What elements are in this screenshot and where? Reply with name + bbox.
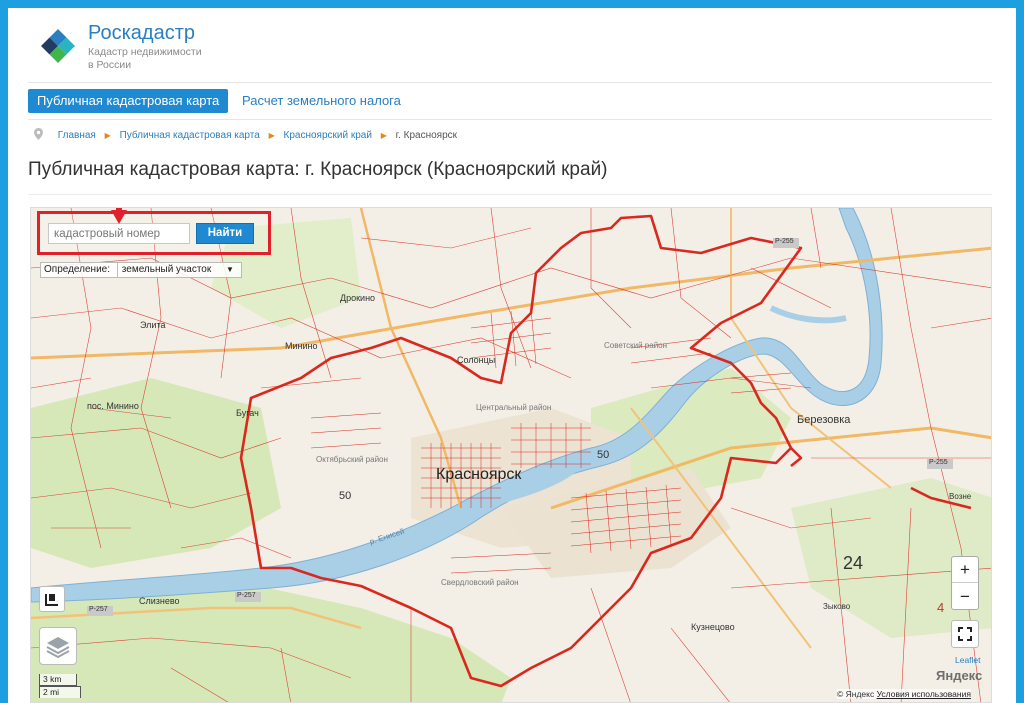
map-label-zykovo: Зыково	[823, 602, 851, 611]
layers-button[interactable]	[39, 627, 77, 665]
map-label-vozne: Возне	[949, 492, 972, 501]
cadastral-map[interactable]: Красноярск Березовка Солонцы Дрокино Эли…	[30, 207, 992, 703]
definition-value: земельный участок	[121, 264, 212, 275]
brand-subtitle-line1: Кадастр недвижимости	[88, 46, 202, 58]
search-button[interactable]: Найти	[196, 223, 254, 244]
brand-title: Роскадастр	[88, 22, 195, 44]
cadastral-number-input[interactable]	[48, 223, 190, 244]
layers-icon	[46, 637, 70, 659]
fullscreen-button[interactable]	[951, 620, 979, 648]
brand-subtitle: Кадастр недвижимости в России	[88, 46, 228, 72]
map-label-number: 4	[937, 600, 945, 615]
breadcrumb-arrow-icon: ▶	[268, 131, 275, 140]
caret-down-icon: ▼	[226, 265, 234, 274]
map-label-road: Р-255	[929, 459, 948, 466]
map-label-berezovka: Березовка	[797, 414, 851, 426]
definition-selector[interactable]: Определение: земельный участок ▼	[40, 262, 242, 278]
map-label-district: Центральный район	[476, 403, 552, 412]
map-label-sliznevo: Слизнево	[139, 596, 180, 606]
yandex-logo: Яндекс	[936, 668, 983, 683]
tab-public-cadastral-map[interactable]: Публичная кадастровая карта	[28, 89, 229, 113]
fullscreen-icon	[958, 627, 972, 641]
red-arrow-icon	[111, 208, 127, 224]
map-label-bugach: Бугач	[236, 408, 259, 418]
map-label-district: Октябрьский район	[316, 455, 388, 464]
map-label-district: Свердловский район	[441, 578, 519, 587]
page-title: Публичная кадастровая карта: г. Краснояр…	[28, 159, 608, 180]
measure-icon	[45, 594, 58, 606]
leaflet-link[interactable]: Leaflet	[955, 655, 981, 665]
definition-label: Определение:	[44, 264, 111, 275]
scale-mi: 2 mi	[39, 686, 81, 698]
map-label-road: Р-257	[237, 592, 256, 599]
divider	[28, 119, 992, 120]
attribution-text: © Яндекс	[837, 689, 875, 699]
zoom-control: + −	[951, 556, 979, 610]
map-scale: 3 km 2 mi	[39, 674, 81, 698]
breadcrumb: Главная ▶ Публичная кадастровая карта ▶ …	[34, 128, 457, 142]
breadcrumb-public-map[interactable]: Публичная кадастровая карта	[120, 130, 260, 141]
rosreestr-logo-icon	[38, 26, 78, 66]
map-label-number: 50	[597, 449, 610, 461]
definition-select[interactable]: земельный участок ▼	[116, 263, 238, 277]
map-label-kuznetsovo: Кузнецово	[691, 622, 735, 632]
map-label-solontsy: Солонцы	[457, 355, 496, 365]
breadcrumb-current: г. Красноярск	[395, 130, 458, 141]
search-highlight: Найти	[37, 211, 271, 255]
map-label-number: 50	[339, 490, 352, 502]
map-label-number: 24	[843, 553, 864, 573]
scale-km: 3 km	[39, 674, 77, 686]
map-label-pos-minino: пос. Минино	[87, 401, 139, 411]
terms-link[interactable]: Условия использования	[877, 689, 971, 699]
measure-tool-button[interactable]	[39, 586, 65, 612]
map-label-road: Р-257	[89, 606, 108, 613]
breadcrumb-home[interactable]: Главная	[58, 130, 96, 141]
map-label-minino: Минино	[285, 341, 318, 351]
map-tiles	[31, 208, 991, 702]
divider	[28, 194, 992, 195]
brand-subtitle-line2: в России	[88, 59, 132, 71]
tab-land-tax-calc[interactable]: Расчет земельного налога	[242, 89, 401, 113]
map-label-district: Советский район	[604, 341, 668, 350]
map-attribution: © Яндекс Условия использования	[837, 689, 971, 699]
zoom-out-button[interactable]: −	[952, 584, 978, 610]
map-label-drokino: Дрокино	[340, 293, 376, 303]
page-frame: Роскадастр Кадастр недвижимости в России…	[8, 8, 1016, 703]
divider	[28, 82, 992, 83]
map-label-road: Р-255	[775, 238, 794, 245]
map-label-city: Красноярск	[436, 466, 522, 483]
breadcrumb-region[interactable]: Красноярский край	[284, 130, 372, 141]
zoom-in-button[interactable]: +	[952, 557, 978, 583]
breadcrumb-arrow-icon: ▶	[104, 131, 111, 140]
breadcrumb-arrow-icon: ▶	[380, 131, 387, 140]
map-label-elita: Элита	[140, 320, 166, 330]
location-pin-icon	[34, 128, 55, 143]
